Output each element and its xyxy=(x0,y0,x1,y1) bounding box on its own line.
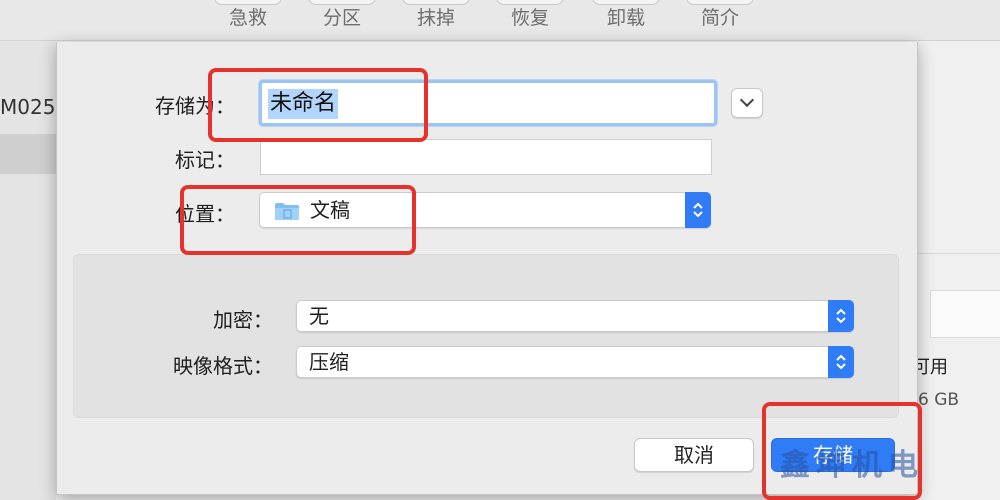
toolbar-first-aid-label: 急救 xyxy=(228,7,267,29)
encryption-popup[interactable]: 无 xyxy=(296,300,854,332)
info-panel xyxy=(916,41,1000,500)
toolbar-first-aid-button[interactable]: 急救 xyxy=(210,0,286,36)
toolbar-restore-label: 恢复 xyxy=(510,7,549,29)
toolbar-info-label: 简介 xyxy=(700,7,739,29)
encryption-stepper[interactable] xyxy=(828,300,854,332)
sidebar-selected-item[interactable] xyxy=(0,134,56,174)
image-format-popup[interactable]: 压缩 xyxy=(296,346,854,378)
image-format-stepper[interactable] xyxy=(828,346,854,378)
tags-label: 标记： xyxy=(175,148,235,172)
toolbar-restore-button[interactable]: 恢复 xyxy=(492,0,568,36)
up-down-chevron-icon xyxy=(693,202,703,218)
toolbar-partition-button[interactable]: 分区 xyxy=(304,0,380,36)
available-value: 6 GB xyxy=(918,390,960,410)
up-down-chevron-icon xyxy=(836,308,846,324)
encryption-label: 加密： xyxy=(213,308,273,332)
expand-dialog-button[interactable] xyxy=(731,88,763,118)
image-format-label: 映像格式： xyxy=(173,354,273,378)
toolbar-info-button[interactable]: 简介 xyxy=(682,0,758,36)
toolbar-unmount-label: 卸载 xyxy=(606,7,645,29)
toolbar-erase-label: 抹掉 xyxy=(416,7,455,29)
image-format-value: 压缩 xyxy=(309,350,349,374)
tags-field[interactable] xyxy=(260,139,712,175)
toolbar-partition-label: 分区 xyxy=(322,7,361,29)
up-down-chevron-icon xyxy=(836,354,846,370)
annotation-box-location xyxy=(180,185,416,255)
toolbar-erase-button[interactable]: 抹掉 xyxy=(398,0,474,36)
cancel-button[interactable]: 取消 xyxy=(634,438,754,472)
info-box xyxy=(930,290,1000,338)
watermark: 鑫坤机电 xyxy=(780,448,924,483)
annotation-box-save-as xyxy=(208,68,428,142)
image-options-panel xyxy=(73,254,899,418)
location-stepper[interactable] xyxy=(685,192,711,228)
sidebar-disk-label[interactable]: M025. xyxy=(0,95,62,119)
toolbar-unmount-button[interactable]: 卸载 xyxy=(588,0,664,36)
info-divider xyxy=(916,253,1000,254)
chevron-down-icon xyxy=(739,92,755,108)
toolbar: 急救 分区 抹掉 恢复 卸载 简介 xyxy=(0,0,1000,41)
encryption-value: 无 xyxy=(309,304,329,328)
